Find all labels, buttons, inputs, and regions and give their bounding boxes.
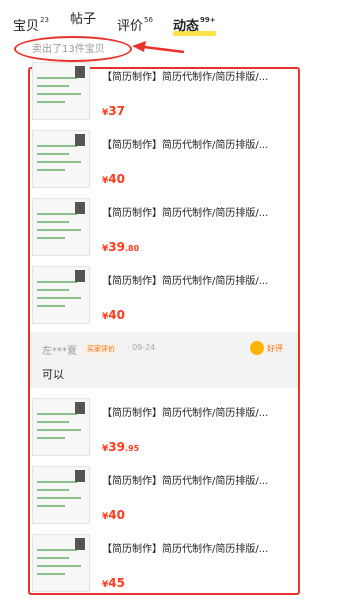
tab-items-label: 宝贝 <box>13 19 40 34</box>
review-text: 可以 <box>42 368 64 381</box>
product-price: ¥40 <box>102 508 125 522</box>
tab-activity-label: 动态 <box>173 19 200 34</box>
product-title: 【简历制作】简历代制作/简历排版/... <box>102 208 269 219</box>
product-price: ¥37 <box>102 104 125 118</box>
review-badge: 买家评价 <box>84 343 118 355</box>
product-price: ¥40 <box>102 308 125 322</box>
tab-reviews-label: 评价 <box>117 19 144 34</box>
smile-icon <box>250 341 264 355</box>
product-title: 【简历制作】简历代制作/简历排版/... <box>102 544 269 555</box>
product-card[interactable]: 【简历制作】简历代制作/简历排版/... ¥39.95 <box>32 398 294 464</box>
product-title: 【简历制作】简历代制作/简历排版/... <box>102 72 269 83</box>
product-card[interactable]: 【简历制作】简历代制作/简历排版/... ¥40 <box>32 466 294 532</box>
buyer-review[interactable]: 左***夏 买家评价 · 09-24 好评 可以 <box>30 332 298 388</box>
product-title: 【简历制作】简历代制作/简历排版/... <box>102 476 269 487</box>
tab-posts[interactable]: 帖子 <box>70 12 96 28</box>
review-date: · 09-24 <box>127 343 156 352</box>
tab-bar: 宝贝23 帖子 评价56 动态99+ <box>0 0 339 36</box>
product-card[interactable]: 【简历制作】简历代制作/简历排版/... ¥37 <box>32 62 294 128</box>
tab-posts-label: 帖子 <box>70 12 97 27</box>
product-thumbnail <box>32 534 90 592</box>
product-thumbnail <box>32 62 90 120</box>
annotation-arrow-icon <box>132 41 185 54</box>
tab-activity-count: 99+ <box>200 16 216 24</box>
product-card[interactable]: 【简历制作】简历代制作/简历排版/... ¥39.80 <box>32 198 294 264</box>
product-card[interactable]: 【简历制作】简历代制作/简历排版/... ¥40 <box>32 266 294 332</box>
reviewer-name: 左***夏 <box>42 346 77 357</box>
product-thumbnail <box>32 266 90 324</box>
product-title: 【简历制作】简历代制作/简历排版/... <box>102 140 269 151</box>
tab-reviews-count: 56 <box>144 16 153 24</box>
product-thumbnail <box>32 398 90 456</box>
product-thumbnail <box>32 198 90 256</box>
product-thumbnail <box>32 130 90 188</box>
product-price: ¥45 <box>102 576 125 590</box>
annotation-oval <box>14 36 132 62</box>
product-price: ¥39.80 <box>102 240 140 254</box>
product-title: 【简历制作】简历代制作/简历排版/... <box>102 276 269 287</box>
product-card[interactable]: 【简历制作】简历代制作/简历排版/... ¥40 <box>32 130 294 196</box>
tab-reviews[interactable]: 评价56 <box>117 12 153 35</box>
product-price: ¥39.95 <box>102 440 140 454</box>
tab-items-count: 23 <box>40 16 49 24</box>
product-card[interactable]: 【简历制作】简历代制作/简历排版/... ¥45 <box>32 534 294 600</box>
product-thumbnail <box>32 466 90 524</box>
product-title: 【简历制作】简历代制作/简历排版/... <box>102 408 269 419</box>
tab-activity[interactable]: 动态99+ <box>173 12 216 36</box>
review-rating: 好评 <box>267 344 283 353</box>
product-price: ¥40 <box>102 172 125 186</box>
tab-items[interactable]: 宝贝23 <box>13 12 49 35</box>
